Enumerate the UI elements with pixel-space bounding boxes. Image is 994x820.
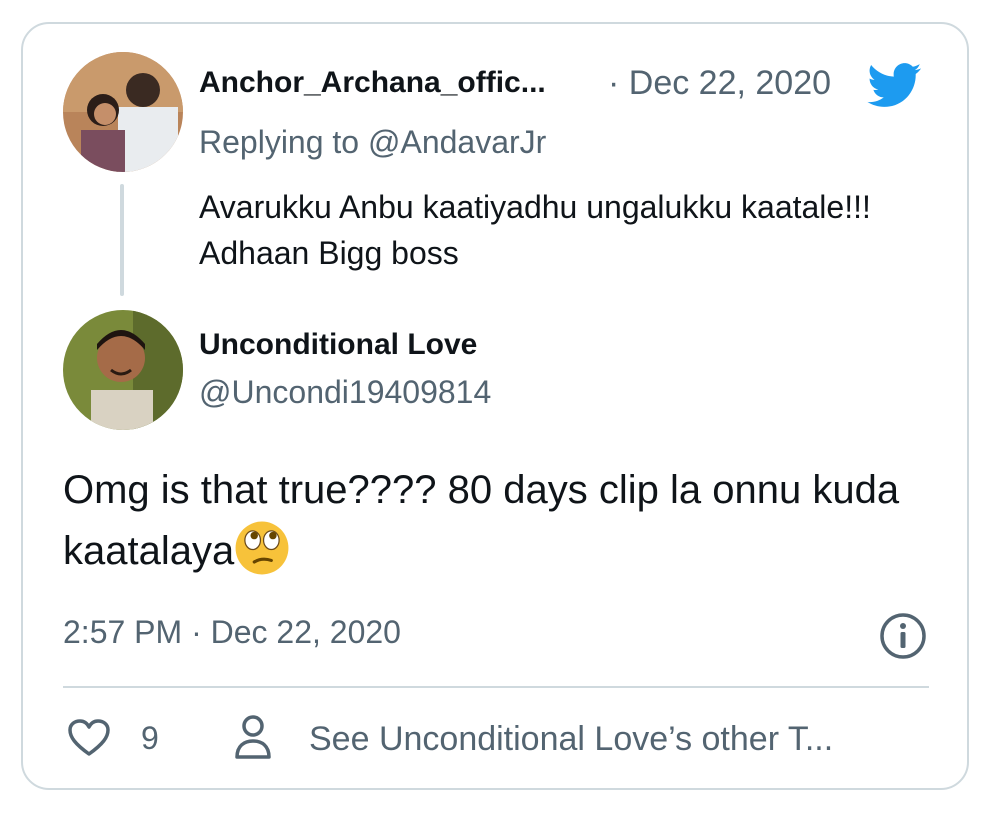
author-name[interactable]: Unconditional Love [199,328,477,362]
face-with-rolling-eyes-icon [235,521,289,575]
replying-handle-link[interactable]: @AndavarJr [368,124,546,160]
tweet-text: Omg is that true???? 80 days clip la onn… [63,460,913,581]
tweet-text-content: Omg is that true???? 80 days clip la onn… [63,468,900,573]
like-count: 9 [141,720,159,756]
info-icon[interactable] [879,612,927,660]
author-handle[interactable]: @Uncondi19409814 [199,374,491,411]
replying-prefix: Replying to [199,124,368,160]
replying-to: Replying to @AndavarJr [199,124,546,161]
thread-connector-line [120,184,124,296]
avatar-unconditional-love[interactable] [63,310,183,430]
heart-icon[interactable] [67,718,111,758]
tweet-timestamp[interactable]: 2:57 PM · Dec 22, 2020 [63,614,401,651]
twitter-bird-icon[interactable] [863,58,927,112]
quoted-tweet-text: Avarukku Anbu kaatiyadhu ungalukku kaata… [199,189,871,271]
quoted-tweet-date[interactable]: · Dec 22, 2020 [608,64,831,103]
divider [63,686,929,688]
person-icon[interactable] [233,714,273,760]
tweet-card: Anchor_Archana_offic... · Dec 22, 2020 R… [21,22,969,790]
quoted-author-name[interactable]: Anchor_Archana_offic... [199,66,546,100]
see-other-tweets-link[interactable]: See Unconditional Love’s other T... [309,720,833,759]
avatar-anchor-archana[interactable] [63,52,183,172]
